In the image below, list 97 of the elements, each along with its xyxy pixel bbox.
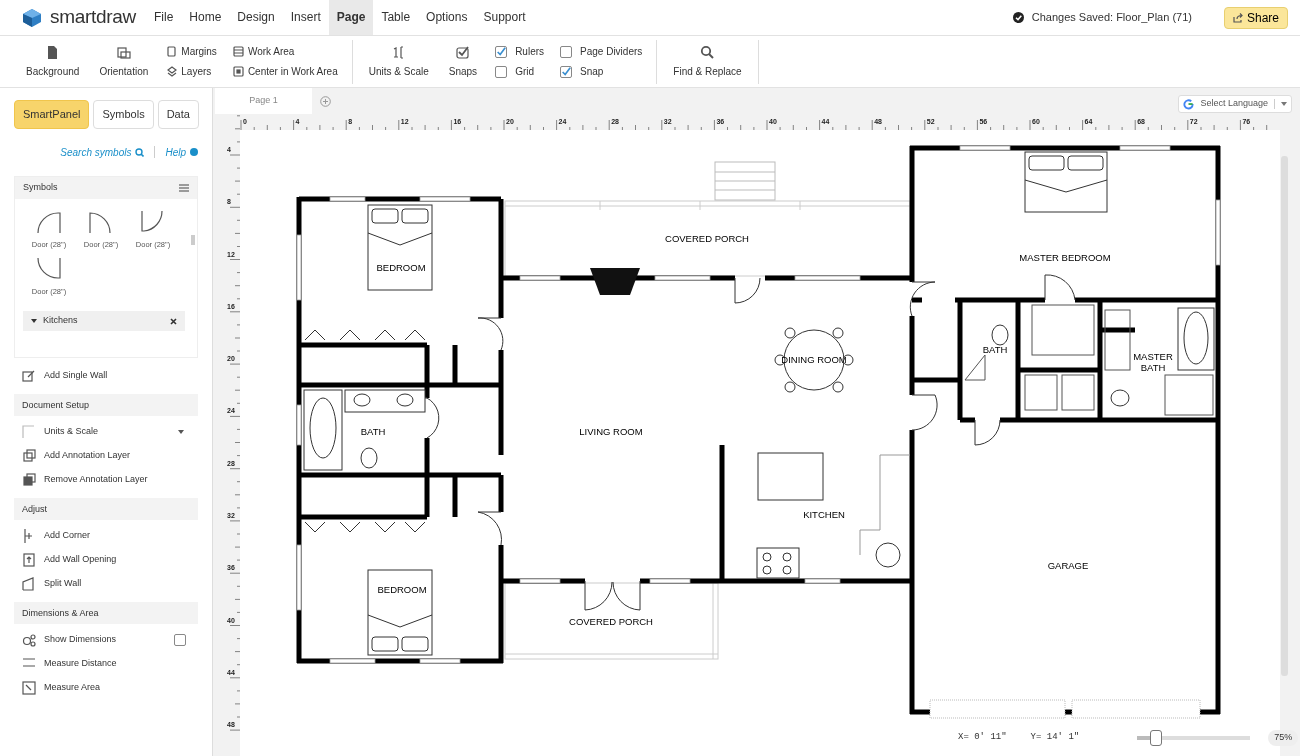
panel-title: Symbols	[23, 180, 58, 194]
layers-icon	[22, 472, 36, 487]
close-icon[interactable]	[169, 317, 177, 325]
page-icon	[166, 46, 178, 57]
share-icon	[1232, 12, 1243, 23]
caret-icon[interactable]	[178, 429, 184, 434]
ribbon-button[interactable]: Find & Replace	[671, 44, 744, 79]
scrollbar[interactable]	[1281, 156, 1288, 676]
menu-item[interactable]: Page	[328, 0, 374, 35]
panel-tab[interactable]: SmartPanel	[14, 100, 90, 129]
search-icon	[135, 147, 145, 157]
panel-action[interactable]: Add Wall Opening	[44, 552, 117, 567]
help-link[interactable]: Help	[165, 144, 186, 160]
room-label: BEDROOM	[376, 262, 426, 273]
zoom-label: 75%	[1268, 730, 1299, 746]
room-label: LIVING ROOM	[579, 426, 643, 437]
opening-icon	[22, 552, 36, 567]
room-label: COVERED PORCH	[665, 233, 749, 244]
room-label: MASTER BATH	[1133, 351, 1173, 373]
check-circle-icon	[1012, 12, 1024, 23]
door-symbol-icon	[140, 208, 166, 235]
checkbox[interactable]	[560, 45, 573, 58]
logo-text: smartdraw	[50, 5, 136, 30]
section-header: Dimensions & Area	[14, 601, 198, 624]
menu-item[interactable]: Support	[475, 0, 534, 35]
door-symbol-icon	[36, 255, 62, 282]
checkbox[interactable]	[495, 65, 508, 78]
menu-item[interactable]: File	[146, 0, 182, 35]
menu-item[interactable]: Options	[418, 0, 476, 35]
checkbox-label: Rulers	[515, 45, 545, 59]
menu-item[interactable]: Table	[373, 0, 419, 35]
center-icon	[232, 66, 244, 77]
room-label: GARAGE	[1047, 560, 1089, 571]
panel-tab[interactable]: Symbols	[93, 100, 154, 129]
checkbox[interactable]	[495, 45, 508, 58]
page-tab[interactable]: Page 1	[215, 88, 312, 114]
ribbon-button[interactable]: Snaps	[446, 44, 480, 79]
section-header: Adjust	[14, 497, 198, 520]
orientation-icon	[116, 44, 132, 60]
cursor-coordinate: Y= 14' 1"	[1030, 731, 1080, 745]
panel-action[interactable]: Measure Area	[44, 680, 101, 695]
room-label: COVERED PORCH	[569, 616, 653, 627]
caret-icon	[1281, 102, 1287, 106]
ribbon-button[interactable]: Background	[24, 44, 82, 79]
room-label: DINING ROOM	[781, 354, 847, 365]
layers-icon	[166, 66, 178, 77]
bracket-icon	[22, 424, 36, 439]
gears-icon	[22, 632, 36, 647]
panel-action[interactable]: Units & Scale	[44, 424, 99, 439]
panel-action[interactable]: Remove Annotation Layer	[44, 472, 148, 487]
room-label: BEDROOM	[377, 584, 427, 595]
share-button[interactable]: Share	[1223, 6, 1288, 29]
edit-icon	[22, 368, 36, 383]
checkbox-label: Grid	[515, 65, 535, 79]
ribbon-button[interactable]: Layers	[166, 64, 217, 79]
room-label: BATH	[360, 426, 386, 437]
language-icon	[1183, 98, 1195, 110]
panel-tab[interactable]: Data	[157, 100, 199, 129]
language-select[interactable]: Select Language	[1178, 95, 1292, 113]
add-page-button[interactable]	[320, 95, 331, 107]
search-icon	[700, 44, 715, 60]
checkbox[interactable]	[174, 633, 186, 646]
scrollbar-thumb[interactable]	[190, 234, 195, 245]
menu-icon[interactable]	[179, 183, 189, 192]
panel-action[interactable]: Split Wall	[44, 576, 82, 591]
panel-action[interactable]: Measure Distance	[44, 656, 117, 671]
panel-action[interactable]: Add Single Wall	[44, 368, 108, 383]
cursor-coordinate: X= 0' 11"	[958, 731, 1007, 745]
menu-item[interactable]: Home	[181, 0, 230, 35]
panel-action[interactable]: Show Dimensions	[44, 632, 117, 647]
menu-item[interactable]: Design	[229, 0, 283, 35]
section-header: Document Setup	[14, 393, 198, 416]
help-icon	[190, 148, 198, 156]
ribbon-button[interactable]: Orientation	[97, 44, 151, 79]
panel-action[interactable]: Add Annotation Layer	[44, 448, 131, 463]
search-symbols-link[interactable]: Search symbols	[60, 144, 132, 160]
checkbox-label: Page Dividers	[580, 45, 643, 59]
zoom-slider-thumb[interactable]	[1150, 730, 1163, 746]
room-label: MASTER BEDROOM	[1019, 252, 1111, 263]
caret-icon[interactable]	[31, 318, 37, 324]
checkbox[interactable]	[560, 65, 573, 78]
checkbox-label: Snap	[580, 65, 604, 79]
ribbon-button[interactable]: Center in Work Area	[232, 64, 338, 79]
room-label: KITCHEN	[803, 509, 845, 520]
area-icon	[22, 680, 36, 695]
layers-icon	[22, 448, 36, 463]
menu-item[interactable]: Insert	[282, 0, 329, 35]
ribbon-button[interactable]: Margins	[166, 44, 217, 59]
checkmark-icon	[455, 44, 471, 60]
ribbon-button[interactable]: Work Area	[232, 44, 338, 59]
wall-icon	[22, 576, 36, 591]
panel-action[interactable]: Add Corner	[44, 528, 91, 543]
category-label[interactable]: Kitchens	[43, 314, 78, 328]
work-area-icon	[232, 46, 244, 57]
room-label: BATH	[982, 344, 1008, 355]
ribbon-button[interactable]: Units & Scale	[366, 44, 431, 79]
save-status: Changes Saved: Floor_Plan (71)	[1031, 10, 1192, 26]
